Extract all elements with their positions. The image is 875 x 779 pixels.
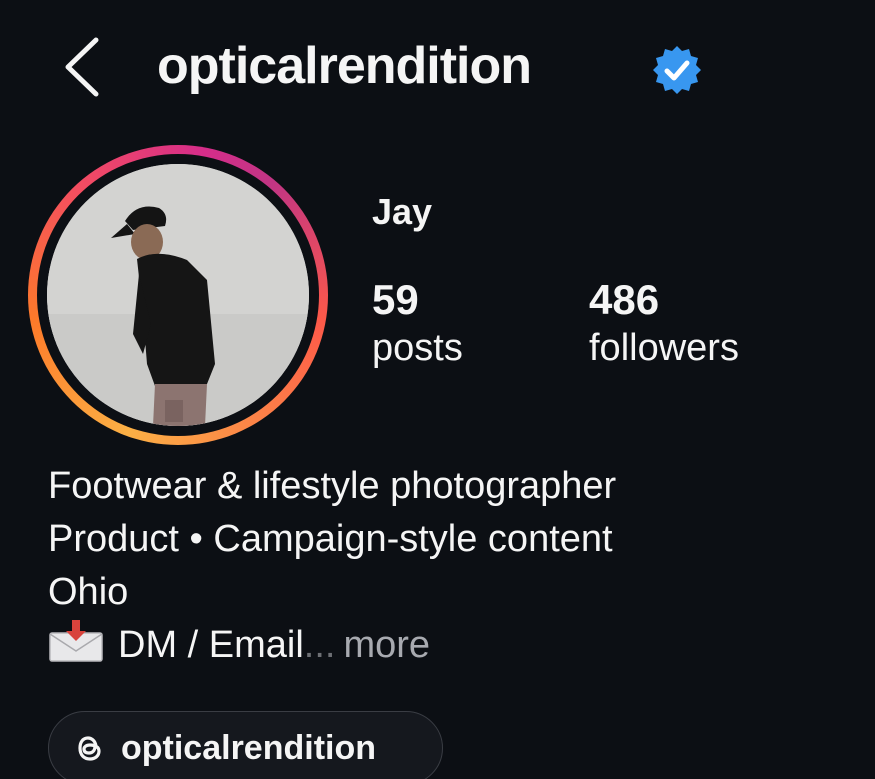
bio-contact-text: DM / Email xyxy=(118,624,304,666)
threads-username: opticalrendition xyxy=(121,729,376,767)
avatar-person-illustration xyxy=(47,164,309,426)
chevron-left-icon xyxy=(65,37,99,97)
bio-line-4: DM / Email... more xyxy=(48,619,616,672)
followers-label: followers xyxy=(589,327,739,369)
posts-count: 59 xyxy=(372,276,419,323)
threads-profile-link[interactable]: opticalrendition xyxy=(48,711,443,779)
incoming-envelope-icon xyxy=(49,620,103,662)
bio-ellipsis: ... xyxy=(303,624,336,666)
followers-count: 486 xyxy=(589,276,660,323)
verified-badge-icon xyxy=(653,46,701,94)
bio-more-link[interactable]: more xyxy=(343,624,430,666)
profile-username: opticalrendition xyxy=(157,37,532,95)
back-button[interactable] xyxy=(58,32,118,102)
posts-label: posts xyxy=(372,327,463,369)
followers-stat[interactable]: 486 followers xyxy=(589,275,739,371)
bio-line-1: Footwear & lifestyle photographer xyxy=(48,465,617,507)
profile-bio: Footwear & lifestyle photographer Produc… xyxy=(48,460,616,672)
bio-line-3: Ohio xyxy=(48,571,129,613)
profile-page: opticalrendition Jay 59 posts 486 follow… xyxy=(0,0,875,779)
posts-stat[interactable]: 59 posts xyxy=(372,275,463,371)
profile-avatar[interactable] xyxy=(28,145,328,445)
threads-icon xyxy=(78,736,101,761)
avatar-photo xyxy=(47,164,309,426)
display-name: Jay xyxy=(372,191,433,232)
bio-line-2: Product • Campaign-style content xyxy=(48,518,613,560)
